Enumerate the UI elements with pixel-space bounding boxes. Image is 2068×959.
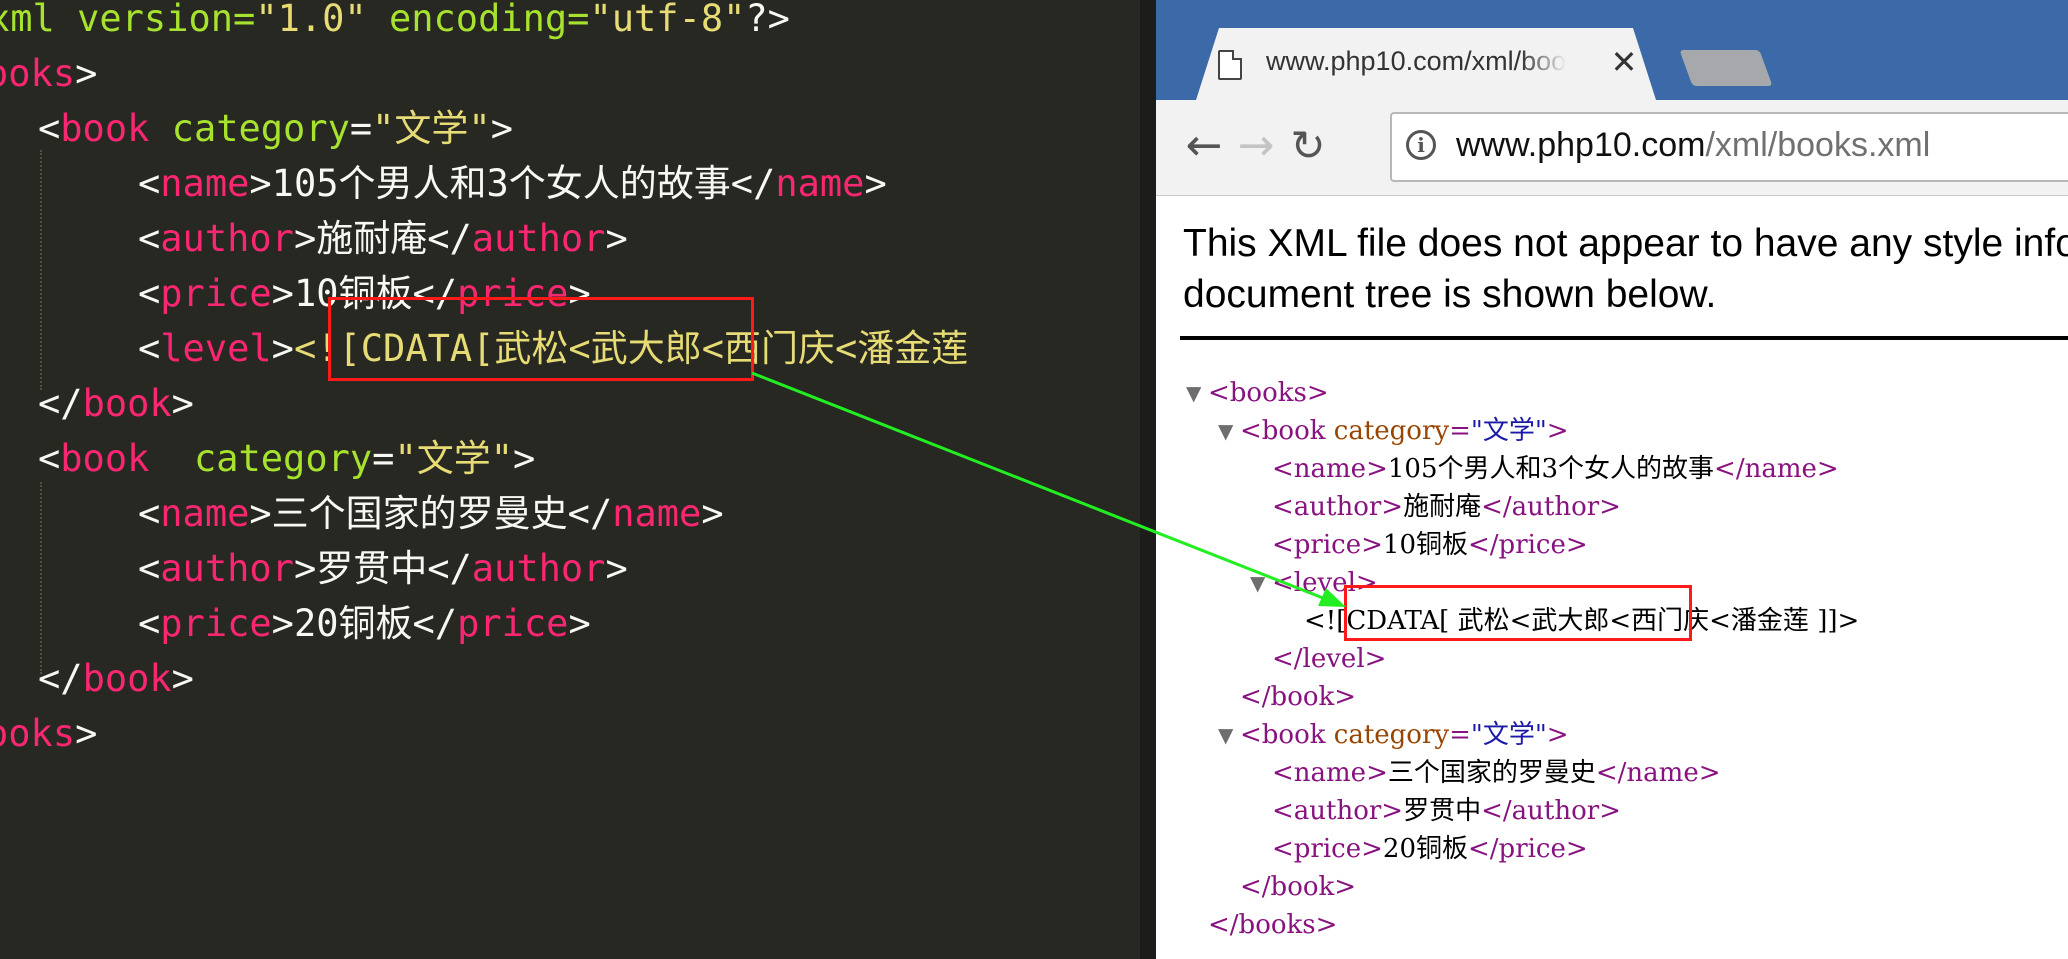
tab-close-icon[interactable]: ✕ [1606, 44, 1642, 80]
divider-rule [1180, 336, 2068, 340]
window-divider [1140, 0, 1156, 959]
collapse-toggle-icon[interactable]: ▼ [1218, 412, 1233, 450]
tree-books-open: <books> [1208, 378, 1329, 408]
tree-price1: <price>10铜板</price> [1272, 530, 1588, 560]
new-tab-button[interactable] [1679, 50, 1773, 86]
code-editor[interactable]: xml version="1.0" encoding="utf-8"?> ook… [0, 0, 1140, 959]
document-icon [1218, 50, 1242, 80]
code-line-books-open: ooks> [0, 52, 98, 95]
tree-books-close: </books> [1208, 910, 1338, 940]
code-line-price2: <price>20铜板</price> [138, 602, 591, 645]
code-line-name2: <name>三个国家的罗曼史</name> [138, 492, 724, 535]
url-text[interactable]: www.php10.com/xml/books.xml [1456, 124, 1930, 166]
indent-guide [40, 150, 42, 390]
code-line-author2: <author>罗贯中</author> [138, 547, 628, 590]
tab-title[interactable]: www.php10.com/xml/books.xml [1266, 46, 1566, 82]
xml-no-style-message: This XML file does not appear to have an… [1183, 218, 2068, 320]
collapse-toggle-icon[interactable]: ▼ [1186, 374, 1201, 412]
url-path: /xml/books.xml [1705, 126, 1931, 164]
tree-book1-open: <book category="文学"> [1240, 416, 1569, 446]
code-line-book1-close: </book> [38, 382, 194, 425]
xml-message-line-1: This XML file does not appear to have an… [1183, 222, 2068, 265]
tree-name2: <name>三个国家的罗曼史</name> [1272, 758, 1721, 788]
info-icon[interactable]: i [1406, 130, 1436, 160]
url-host: www.php10.com [1456, 126, 1706, 164]
xml-message-line-2: document tree is shown below. [1183, 273, 1717, 316]
tree-book2-close: </book> [1240, 872, 1357, 902]
code-line-book2-open: <book category="文学"> [38, 437, 536, 480]
tree-author2: <author>罗贯中</author> [1272, 796, 1621, 826]
forward-arrow-icon[interactable]: → [1228, 118, 1284, 174]
tree-level-close: </level> [1272, 644, 1387, 674]
code-line-book2-close: </book> [38, 657, 194, 700]
back-arrow-icon[interactable]: ← [1176, 118, 1232, 174]
tree-price2: <price>20铜板</price> [1272, 834, 1588, 864]
browser-cdata-highlight [1344, 585, 1692, 641]
tree-book1-close: </book> [1240, 682, 1357, 712]
code-line-books-close: ooks> [0, 712, 98, 755]
code-line-xml-declaration: xml version="1.0" encoding="utf-8"?> [0, 0, 790, 40]
code-line-name1: <name>105个男人和3个女人的故事</name> [138, 162, 887, 205]
collapse-toggle-icon[interactable]: ▼ [1250, 564, 1265, 602]
reload-icon[interactable]: ↻ [1280, 118, 1336, 174]
indent-guide [40, 482, 42, 674]
browser-window: www.php10.com/xml/books.xml ✕ ← → ↻ i ww… [1156, 0, 2068, 959]
tree-book2-open: <book category="文学"> [1240, 720, 1569, 750]
tree-author1: <author>施耐庵</author> [1272, 492, 1621, 522]
code-line-book1-open: <book category="文学"> [38, 107, 513, 150]
code-line-author1: <author>施耐庵</author> [138, 217, 628, 260]
editor-cdata-highlight [328, 297, 754, 381]
tree-name1: <name>105个男人和3个女人的故事</name> [1272, 454, 1839, 484]
collapse-toggle-icon[interactable]: ▼ [1218, 716, 1233, 754]
